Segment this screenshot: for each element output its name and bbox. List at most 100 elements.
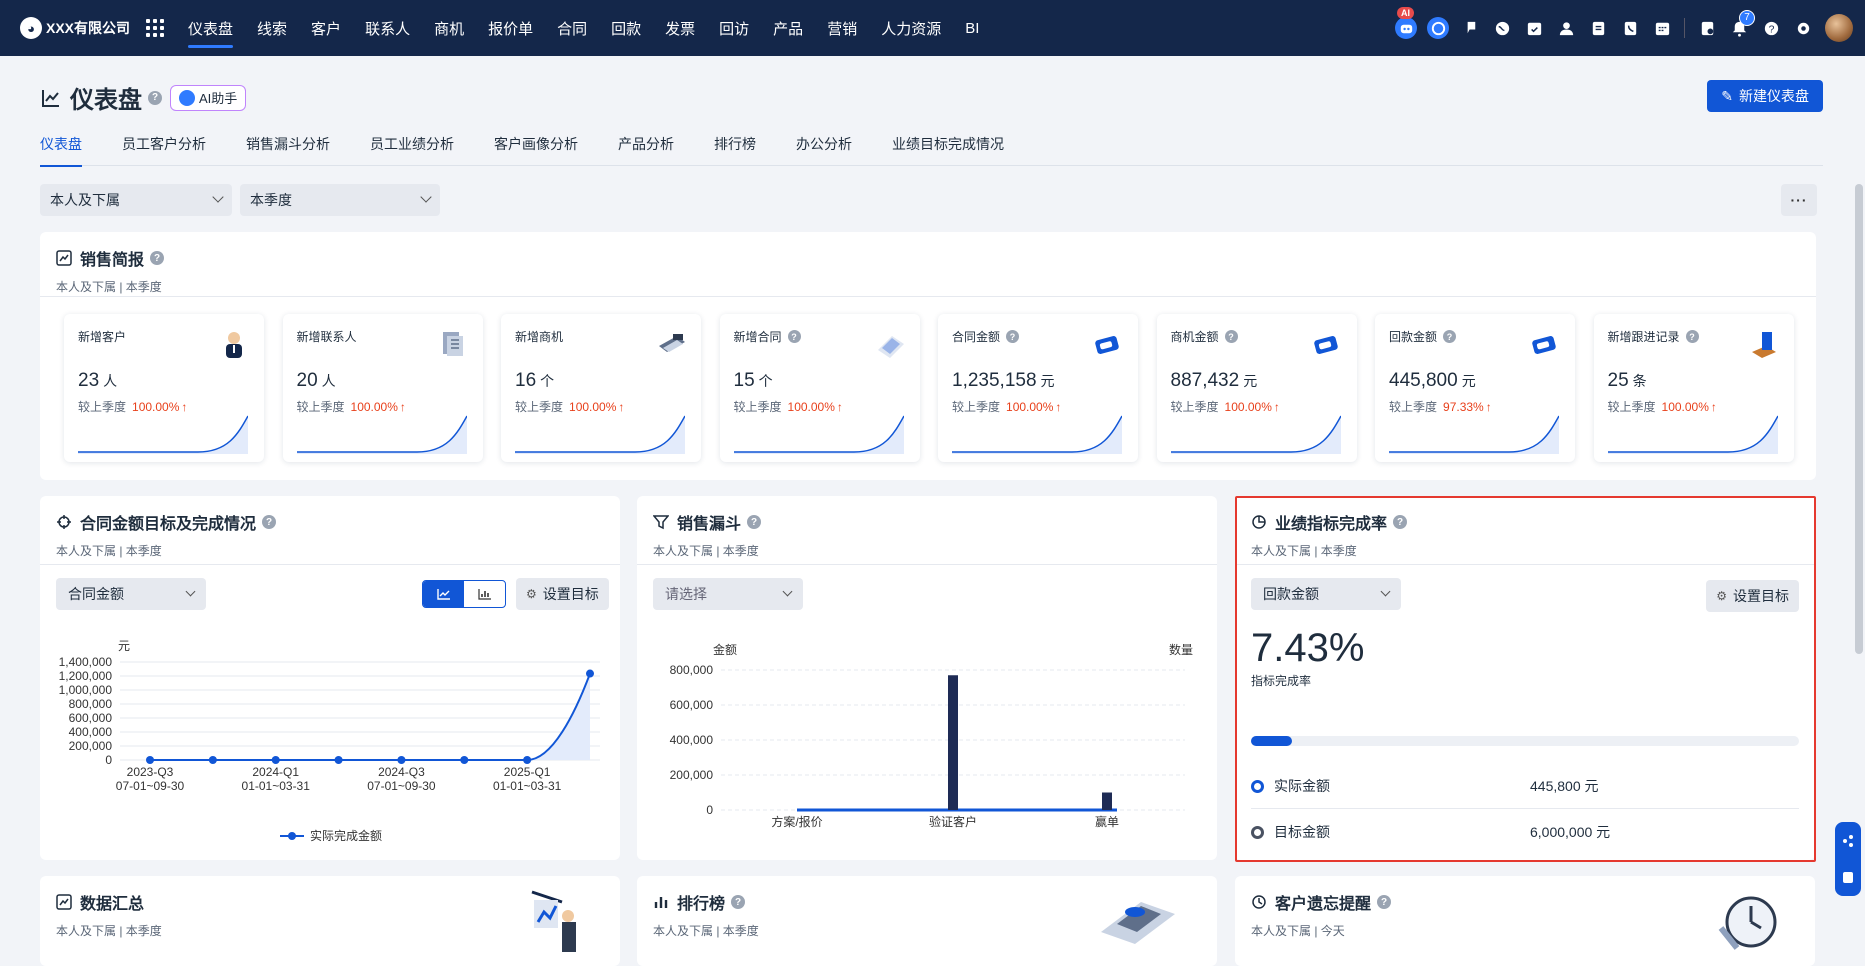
help-icon[interactable]: ? bbox=[1006, 330, 1020, 343]
tab[interactable]: 客户画像分析 bbox=[494, 134, 578, 166]
chat-bot-button[interactable] bbox=[1422, 12, 1454, 44]
stat-value: 445,800 bbox=[1389, 370, 1458, 391]
tab[interactable]: 业绩目标完成情况 bbox=[892, 134, 1004, 166]
company-logo[interactable]: ◕ XXX有限公司 bbox=[20, 0, 130, 56]
help-icon[interactable]: ? bbox=[1685, 330, 1699, 343]
tab[interactable]: 销售漏斗分析 bbox=[246, 134, 330, 166]
nav-item[interactable]: 报价单 bbox=[476, 0, 545, 56]
tab[interactable]: 员工客户分析 bbox=[122, 134, 206, 166]
nav-item[interactable]: 联系人 bbox=[353, 0, 422, 56]
funnel-icon bbox=[653, 515, 669, 530]
phone-icon[interactable] bbox=[1614, 12, 1646, 44]
sparkline bbox=[952, 415, 1122, 454]
funnel-select[interactable]: 请选择 bbox=[653, 578, 803, 610]
stat-card[interactable]: 新增跟进记录? 25 条较上季度 100.00% ↑ bbox=[1593, 314, 1794, 462]
sales-brief-title: 销售简报 bbox=[80, 252, 145, 269]
nav-item[interactable]: 客户 bbox=[299, 0, 353, 56]
sparkline bbox=[1389, 415, 1559, 454]
stat-value-row: 20 人 bbox=[297, 370, 336, 392]
stat-card[interactable]: 合同金额? 1,235,158 元较上季度 100.00% ↑ bbox=[938, 314, 1138, 462]
globe-icon[interactable] bbox=[1486, 12, 1518, 44]
more-options-button[interactable]: ··· bbox=[1781, 184, 1817, 216]
calendar-check-icon[interactable] bbox=[1518, 12, 1550, 44]
funnel-title: 销售漏斗 bbox=[677, 516, 742, 533]
stat-value: 16 bbox=[515, 370, 537, 391]
bell-icon[interactable]: 7 bbox=[1723, 10, 1755, 44]
nav-item[interactable]: BI bbox=[953, 0, 991, 56]
nav-item[interactable]: 产品 bbox=[761, 0, 815, 56]
y-tick-label: 1,400,000 bbox=[59, 655, 113, 669]
help-icon[interactable]: ? bbox=[747, 515, 762, 529]
nav-item[interactable]: 合同 bbox=[545, 0, 599, 56]
gear-icon[interactable] bbox=[1787, 12, 1819, 44]
stat-card[interactable]: 商机金额? 887,432 元较上季度 100.00% ↑ bbox=[1156, 314, 1357, 462]
nav-item[interactable]: 营销 bbox=[815, 0, 869, 56]
sparkline bbox=[1170, 415, 1341, 454]
help-icon[interactable]: ? bbox=[1443, 330, 1457, 343]
bar-chart-toggle[interactable] bbox=[464, 581, 505, 607]
series-line bbox=[150, 673, 591, 761]
nav-item[interactable]: 人力资源 bbox=[869, 0, 953, 56]
help-icon[interactable]: ? bbox=[1224, 330, 1238, 343]
stat-card[interactable]: 回款金额? 445,800 元较上季度 97.33% ↑ bbox=[1375, 314, 1575, 462]
stat-growth: 100.00% bbox=[1224, 400, 1272, 414]
tab[interactable]: 员工业绩分析 bbox=[370, 134, 454, 166]
flag-icon[interactable] bbox=[1454, 12, 1486, 44]
nav-item[interactable]: 商机 bbox=[422, 0, 476, 56]
tab[interactable]: 办公分析 bbox=[796, 134, 852, 166]
metric-select[interactable]: 合同金额 bbox=[56, 578, 206, 610]
help-icon[interactable]: ? bbox=[731, 895, 746, 909]
page-scrollbar[interactable] bbox=[1855, 184, 1863, 654]
user-avatar[interactable] bbox=[1825, 14, 1853, 42]
nav-item[interactable]: 线索 bbox=[245, 0, 299, 56]
stat-card[interactable]: 新增客户 23 人较上季度 100.00% ↑ bbox=[64, 314, 264, 462]
data-point bbox=[586, 669, 594, 678]
app-grid-icon[interactable] bbox=[146, 19, 165, 37]
document-icon[interactable] bbox=[1582, 12, 1614, 44]
user-icon[interactable] bbox=[1550, 12, 1582, 44]
card-divider bbox=[637, 564, 1217, 565]
nav-item[interactable]: 回访 bbox=[707, 0, 761, 56]
y-tick-label: 600,000 bbox=[69, 711, 113, 725]
calendar-icon[interactable] bbox=[1646, 12, 1678, 44]
data-summary-subtitle: 本人及下属 | 本季度 bbox=[56, 924, 162, 938]
stat-compare: 较上季度 100.00% ↑ bbox=[78, 398, 187, 415]
ai-assistant-button[interactable]: AI bbox=[1390, 7, 1422, 44]
new-dashboard-button[interactable]: ✎ 新建仪表盘 bbox=[1707, 80, 1823, 112]
stat-card[interactable]: 新增商机 16 个较上季度 100.00% ↑ bbox=[501, 314, 701, 462]
notification-count: 7 bbox=[1739, 10, 1755, 26]
stat-label: 新增商机 bbox=[515, 330, 564, 344]
scope-select[interactable]: 本人及下属 bbox=[40, 184, 232, 216]
compare-label: 较上季度 bbox=[515, 400, 564, 414]
period-select[interactable]: 本季度 bbox=[240, 184, 440, 216]
y-tick-label: 800,000 bbox=[69, 697, 113, 711]
help-icon[interactable]: ? bbox=[148, 90, 162, 105]
help-icon[interactable]: ? bbox=[262, 515, 277, 529]
stat-value-row: 23 人 bbox=[78, 370, 117, 392]
compare-label: 较上季度 bbox=[952, 400, 1001, 414]
tab[interactable]: 仪表盘 bbox=[40, 134, 82, 167]
help-icon[interactable]: ? bbox=[1377, 895, 1392, 909]
clock-illustration bbox=[1718, 896, 1777, 950]
stat-card[interactable]: 新增联系人 20 人较上季度 100.00% ↑ bbox=[282, 314, 483, 462]
report-icon[interactable] bbox=[1691, 12, 1723, 44]
share-icon bbox=[1843, 835, 1853, 847]
tab[interactable]: 产品分析 bbox=[618, 134, 674, 166]
chart-type-toggle bbox=[422, 580, 506, 608]
help-icon[interactable]: ? bbox=[787, 330, 801, 343]
stat-value-row: 15 个 bbox=[734, 370, 773, 392]
ai-helper-button[interactable]: AI助手 bbox=[170, 84, 247, 111]
line-chart-toggle[interactable] bbox=[423, 581, 464, 607]
edit-icon: ✎ bbox=[1721, 87, 1733, 104]
contract-line-chart: 元 1,400,0001,200,0001,000,000800,000600,0… bbox=[59, 639, 600, 843]
help-icon[interactable]: ? bbox=[1755, 12, 1787, 44]
nav-item[interactable]: 回款 bbox=[599, 0, 653, 56]
nav-item[interactable]: 仪表盘 bbox=[176, 0, 245, 56]
set-goal-button[interactable]: ⚙ 设置目标 bbox=[516, 578, 609, 610]
stat-card[interactable]: 新增合同? 15 个较上季度 100.00% ↑ bbox=[719, 314, 920, 462]
floating-side-toolbar[interactable] bbox=[1835, 822, 1861, 896]
y-tick-label: 400,000 bbox=[670, 733, 714, 747]
tab[interactable]: 排行榜 bbox=[714, 134, 756, 166]
nav-item[interactable]: 发票 bbox=[653, 0, 707, 56]
help-icon[interactable]: ? bbox=[150, 251, 165, 265]
